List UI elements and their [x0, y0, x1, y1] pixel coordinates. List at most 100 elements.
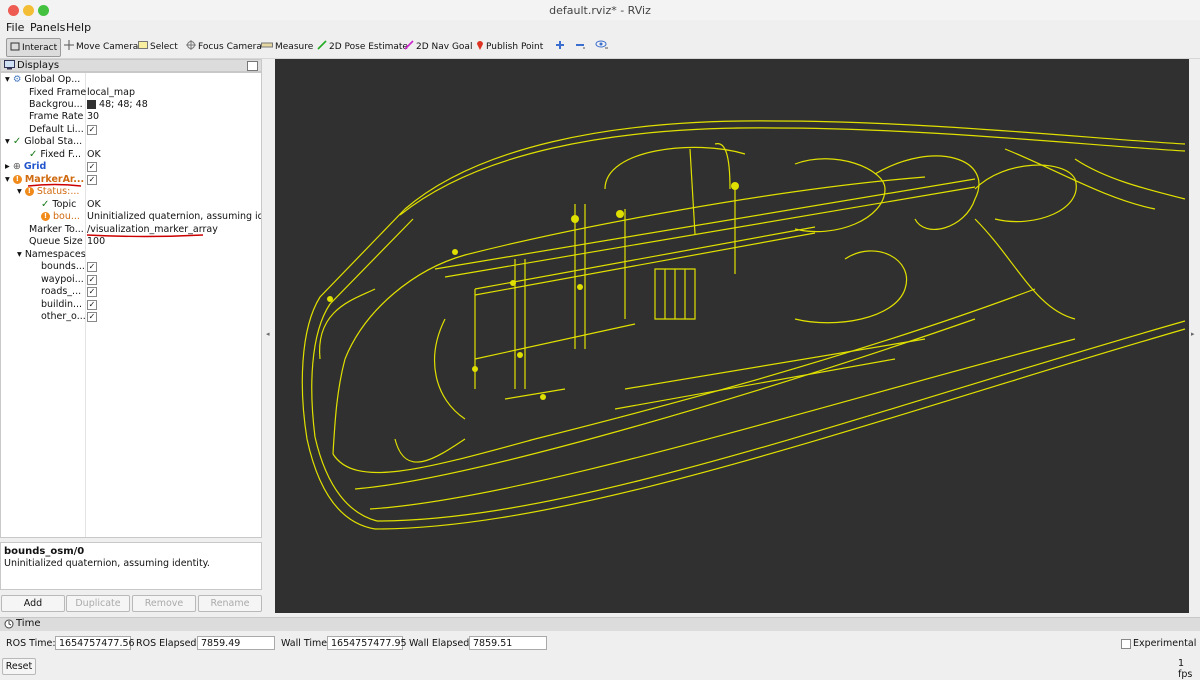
tree-row-fixed-frame-status: ✓ Fixed F... — [29, 149, 81, 161]
queue-size-value[interactable]: 100 — [87, 236, 105, 248]
tree-row-global-options[interactable]: ▾ ⚙ Global Op... — [5, 74, 80, 86]
remove-button[interactable]: Remove — [132, 595, 196, 612]
add-tool-button[interactable] — [555, 38, 565, 55]
undock-panel-button[interactable] — [247, 61, 258, 71]
namespaces-label: Namespaces — [24, 249, 86, 260]
frame-rate-label: Frame Rate — [29, 111, 84, 122]
select-label: Select — [150, 41, 178, 52]
select-tool[interactable]: Select — [138, 38, 178, 55]
namespace-roads-checkbox[interactable]: ✓ — [87, 287, 97, 298]
namespace-buildings-label: buildin... — [41, 299, 83, 310]
measure-label: Measure — [275, 41, 314, 52]
bounds-status-value: Uninitialized quaternion, assuming ide..… — [87, 211, 262, 222]
render-viewport[interactable] — [275, 59, 1189, 613]
column-divider — [85, 73, 86, 537]
marker-topic-label: Marker To... — [29, 224, 84, 235]
frame-rate-value[interactable]: 30 — [87, 111, 99, 123]
title-bar: default.rviz* - RViz — [0, 0, 1200, 21]
publish-point-label: Publish Point — [486, 41, 544, 52]
ros-elapsed-field[interactable]: 7859.49 — [197, 636, 275, 650]
interact-label: Interact — [22, 42, 58, 53]
pose-estimate-label: 2D Pose Estimate — [329, 41, 408, 52]
expand-arrow-icon: ▾ — [17, 186, 22, 197]
time-title: Time — [16, 618, 41, 629]
experimental-label: Experimental — [1133, 638, 1197, 649]
move-camera-label: Move Camera — [76, 41, 139, 52]
focus-camera-tool[interactable]: Focus Camera — [186, 38, 262, 55]
namespace-waypoints-label: waypoi... — [41, 274, 84, 285]
ruler-icon — [261, 41, 273, 52]
namespace-other-checkbox[interactable]: ✓ — [87, 312, 97, 323]
grid-enabled-checkbox[interactable]: ✓ — [87, 161, 97, 173]
reset-button[interactable]: Reset — [2, 658, 36, 675]
description-text: Uninitialized quaternion, assuming ident… — [4, 558, 210, 569]
tree-row-namespaces[interactable]: ▾ Namespaces — [17, 249, 86, 261]
intersection-markers — [327, 182, 739, 400]
default-light-label: Default Li... — [29, 124, 84, 135]
marker-array-enabled-checkbox[interactable]: ✓ — [87, 174, 97, 186]
wall-elapsed-label: Wall Elapsed: — [409, 638, 473, 649]
rename-button[interactable]: Rename — [198, 595, 262, 612]
description-panel: bounds_osm/0 Uninitialized quaternion, a… — [0, 542, 262, 590]
global-status-label: Global Sta... — [24, 136, 83, 147]
color-swatch — [87, 100, 96, 109]
view-options-button[interactable] — [595, 38, 609, 55]
eye-icon — [595, 40, 609, 53]
expand-arrow-icon: ▾ — [17, 249, 22, 260]
tree-row-status[interactable]: ▾ ! Status:... — [17, 186, 79, 198]
select-box-icon — [138, 40, 148, 53]
fixed-frame-status-label: Fixed F... — [40, 149, 82, 160]
interact-tool[interactable]: Interact — [6, 38, 62, 57]
namespace-buildings-checkbox[interactable]: ✓ — [87, 300, 97, 311]
fixed-frame-status-value: OK — [87, 149, 101, 160]
pose-estimate-tool[interactable]: 2D Pose Estimate — [317, 38, 408, 55]
warning-icon: ! — [41, 212, 50, 221]
splitter-right-handle[interactable]: ▸ — [1191, 330, 1195, 338]
experimental-checkbox[interactable] — [1121, 639, 1131, 649]
ros-time-field[interactable]: 1654757477.56 — [55, 636, 135, 650]
tree-row-grid[interactable]: ▸ ⊕ Grid — [5, 161, 46, 173]
fixed-frame-value[interactable]: local_map — [87, 87, 135, 99]
magenta-arrow-icon — [404, 40, 414, 53]
namespace-bounds-checkbox[interactable]: ✓ — [87, 262, 97, 273]
marker-map-render — [301, 120, 1186, 530]
displays-tree[interactable]: ▾ ⚙ Global Op... Fixed Frame local_map B… — [0, 72, 262, 538]
menu-file[interactable]: File — [6, 21, 24, 34]
hand-pointer-icon — [10, 41, 20, 54]
grid-label: Grid — [23, 161, 47, 172]
green-arrow-icon — [317, 40, 327, 53]
warning-icon: ! — [24, 187, 34, 196]
menu-help[interactable]: Help — [66, 21, 91, 34]
namespace-waypoints-checkbox[interactable]: ✓ — [87, 275, 97, 286]
background-value-cell[interactable]: 48; 48; 48 — [87, 99, 148, 111]
displays-title: Displays — [17, 60, 60, 71]
wall-time-field[interactable]: 1654757477.95 — [327, 636, 407, 650]
checkmark-icon: ✓ — [87, 262, 97, 272]
gear-icon: ⚙ — [12, 74, 22, 85]
tree-row-global-status[interactable]: ▾ ✓ Global Sta... — [5, 136, 82, 148]
background-label: Backgrou... — [29, 99, 83, 110]
splitter-left-handle[interactable]: ◂ — [266, 330, 270, 338]
map-pin-icon — [476, 40, 484, 53]
publish-point-tool[interactable]: Publish Point — [476, 38, 543, 55]
ok-check-icon: ✓ — [41, 199, 50, 210]
menu-panels[interactable]: Panels — [30, 21, 65, 34]
default-light-checkbox[interactable]: ✓ — [87, 124, 97, 136]
wall-elapsed-field[interactable]: 7859.51 — [469, 636, 547, 650]
remove-tool-button[interactable] — [574, 38, 586, 55]
checkmark-icon: ✓ — [87, 312, 97, 322]
displays-panel-header: Displays — [0, 59, 262, 72]
clock-icon — [4, 619, 14, 632]
description-title: bounds_osm/0 — [4, 546, 85, 557]
add-button[interactable]: Add — [1, 595, 65, 612]
checkmark-icon: ✓ — [87, 124, 97, 135]
focus-camera-label: Focus Camera — [198, 41, 262, 52]
expand-arrow-icon: ▾ — [5, 136, 10, 147]
measure-tool[interactable]: Measure — [261, 38, 313, 55]
move-camera-tool[interactable]: Move Camera — [64, 38, 138, 55]
duplicate-button[interactable]: Duplicate — [66, 595, 130, 612]
topic-status-label: Topic — [52, 199, 77, 210]
nav-goal-tool[interactable]: 2D Nav Goal — [404, 38, 472, 55]
background-value: 48; 48; 48 — [99, 99, 148, 110]
wall-time-label: Wall Time: — [281, 638, 331, 649]
